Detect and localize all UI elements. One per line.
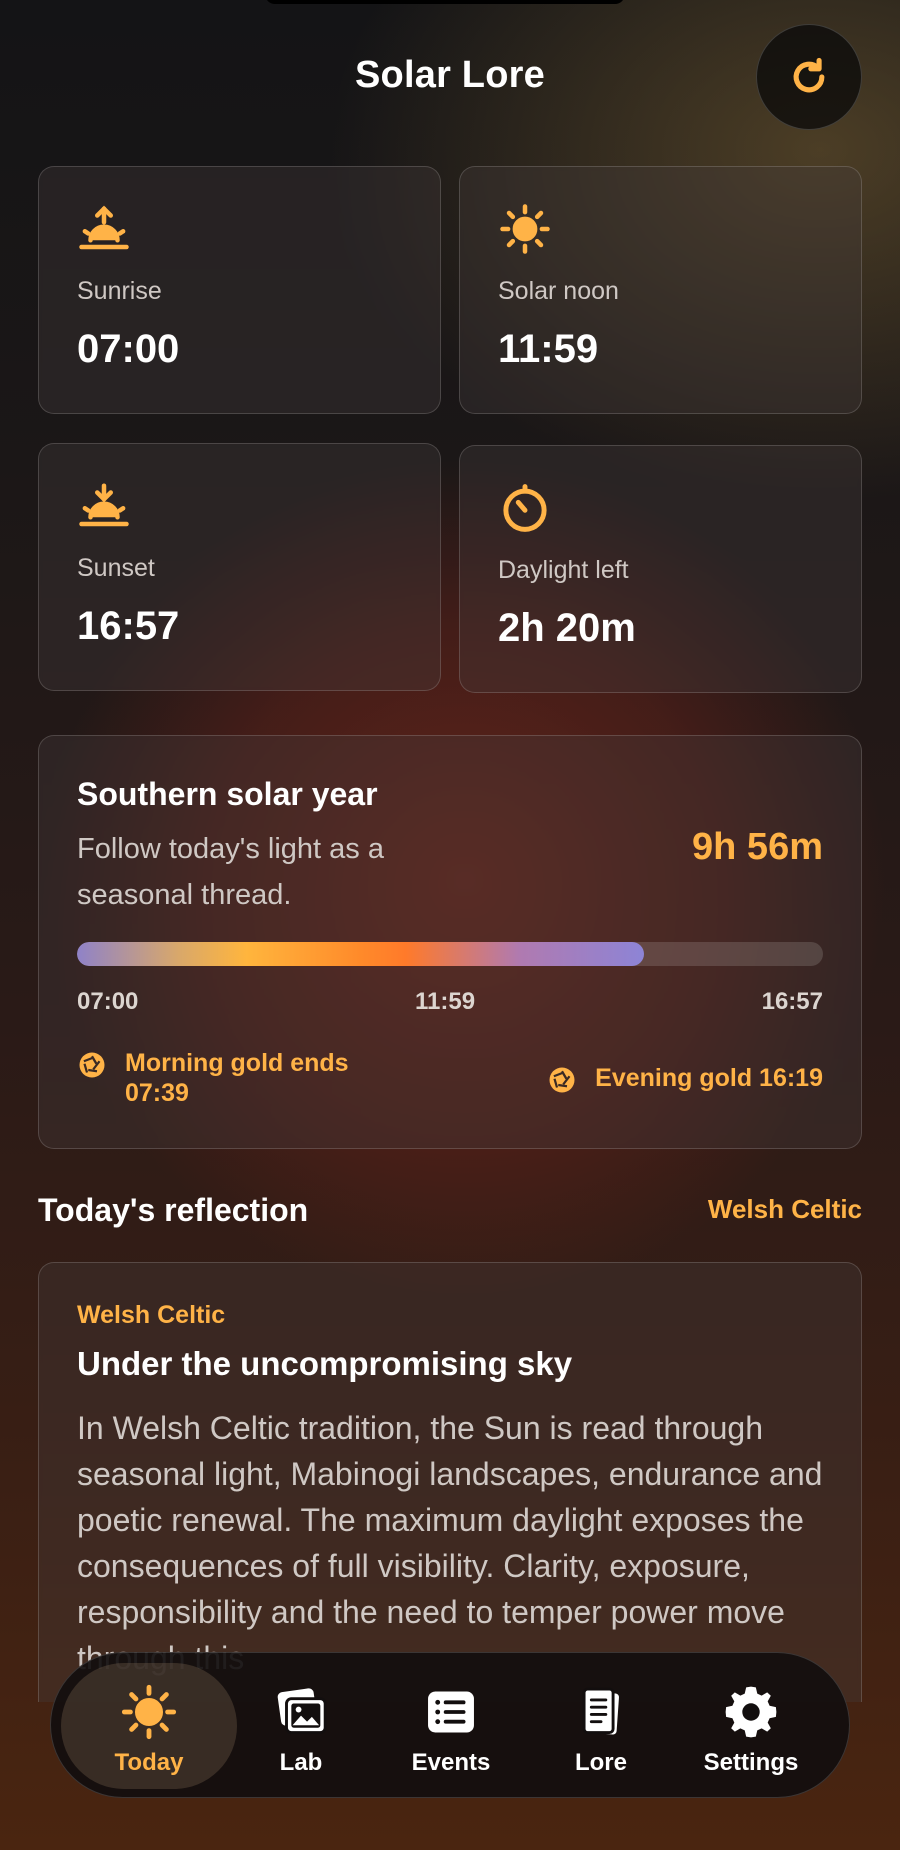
daylight-progress-track xyxy=(77,942,823,966)
solar-year-title: Southern solar year xyxy=(77,776,378,812)
reflection-title: Under the uncompromising sky xyxy=(77,1345,573,1382)
daylight-progress-fill xyxy=(77,942,644,966)
reflection-card[interactable]: Welsh Celtic Under the uncompromising sk… xyxy=(38,1262,862,1702)
sunset-value: 16:57 xyxy=(77,604,180,648)
reflection-body: In Welsh Celtic tradition, the Sun is re… xyxy=(77,1410,823,1676)
sunset-label: Sunset xyxy=(77,554,155,582)
sunrise-icon xyxy=(79,205,129,250)
timer-icon xyxy=(503,484,547,532)
reflection-section-header: Today's reflection Welsh Celtic xyxy=(38,1192,862,1232)
evening-gold: Evening gold 16:19 xyxy=(547,1063,823,1095)
morning-gold: Morning gold ends 07:39 xyxy=(77,1048,417,1108)
day-length-value: 9h 56m xyxy=(692,826,823,868)
solar-noon-value: 11:59 xyxy=(498,327,599,371)
aperture-icon xyxy=(79,1052,105,1078)
tab-lab-label: Lab xyxy=(279,1749,323,1776)
bottom-tab-bar: Today Lab Events Lore Settings xyxy=(50,1652,850,1798)
sunrise-card: Sunrise 07:00 xyxy=(38,166,441,414)
sunset-card: Sunset 16:57 xyxy=(38,443,441,691)
tab-settings-label: Settings xyxy=(703,1749,799,1776)
sun-icon xyxy=(500,204,550,254)
refresh-icon xyxy=(793,57,825,93)
sunset-icon xyxy=(79,483,129,527)
daylight-left-card: Daylight left 2h 20m xyxy=(459,445,862,693)
gear-icon xyxy=(725,1686,777,1738)
tab-events-label: Events xyxy=(411,1749,491,1776)
solar-noon-label: Solar noon xyxy=(498,277,619,305)
sunrise-label: Sunrise xyxy=(77,277,162,305)
daylight-left-value: 2h 20m xyxy=(498,606,636,650)
aperture-icon xyxy=(549,1067,575,1093)
tab-settings[interactable]: Settings xyxy=(663,1663,839,1789)
solar-year-card: Southern solar year Follow today's light… xyxy=(38,735,862,1149)
book-icon xyxy=(582,1687,619,1735)
tab-lore-label: Lore xyxy=(574,1749,627,1776)
daylight-left-label: Daylight left xyxy=(498,556,629,584)
solar-noon-card: Solar noon 11:59 xyxy=(459,166,862,414)
reflection-tag: Welsh Celtic xyxy=(77,1301,226,1329)
list-icon xyxy=(428,1691,474,1733)
tradition-link[interactable]: Welsh Celtic xyxy=(708,1194,862,1225)
sunrise-value: 07:00 xyxy=(77,327,180,371)
refresh-button[interactable] xyxy=(756,24,862,130)
evening-gold-label: Evening gold 16:19 xyxy=(595,1064,823,1092)
reflection-section-title: Today's reflection xyxy=(38,1192,309,1228)
solar-year-subtitle: Follow today's light as a seasonal threa… xyxy=(77,833,384,911)
tick-start: 07:00 xyxy=(77,988,139,1015)
tick-end: 16:57 xyxy=(761,988,823,1015)
tab-today-label: Today xyxy=(114,1749,184,1776)
tick-mid: 11:59 xyxy=(415,988,476,1015)
photos-icon xyxy=(277,1688,327,1734)
sun-icon xyxy=(121,1684,177,1740)
morning-gold-label: Morning gold ends 07:39 xyxy=(125,1049,349,1107)
tab-today[interactable]: Today xyxy=(61,1663,237,1789)
device-notch xyxy=(265,0,625,4)
